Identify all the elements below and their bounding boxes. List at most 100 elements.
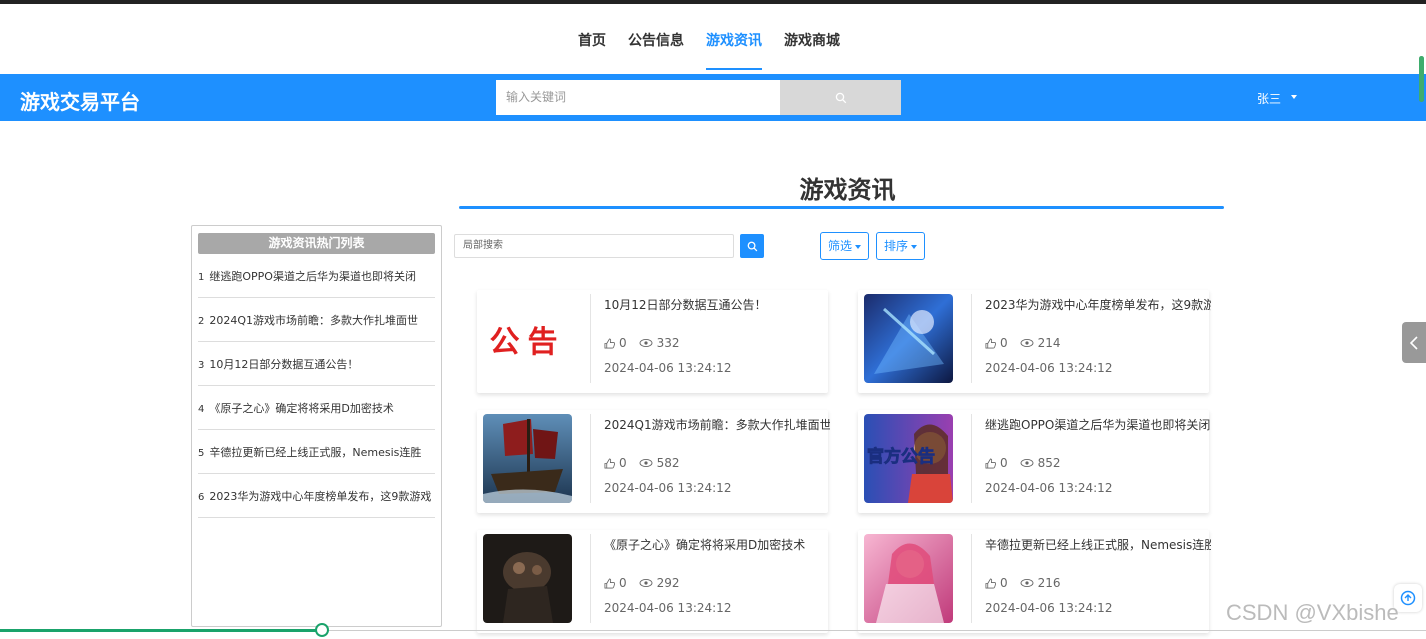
card-date: 2024-04-06 13:24:12 xyxy=(985,601,1113,615)
card-stats: 0 582 xyxy=(604,456,680,470)
hot-list: 1 继逃跑OPPO渠道之后华为渠道也即将关闭 2 2024Q1游戏市场前瞻：多款大作… xyxy=(198,254,435,518)
card-date: 2024-04-06 13:24:12 xyxy=(604,601,732,615)
progress-handle[interactable] xyxy=(315,623,329,637)
card-date: 2024-04-06 13:24:12 xyxy=(985,481,1113,495)
card-title: 2024Q1游戏市场前瞻：多款大作扎堆面世， xyxy=(604,418,830,432)
card-divider xyxy=(590,414,591,503)
eye-icon xyxy=(1020,338,1034,348)
hot-list-item[interactable]: 1 继逃跑OPPO渠道之后华为渠道也即将关闭 xyxy=(198,254,435,298)
scrollbar-thumb[interactable] xyxy=(1419,56,1424,102)
eye-icon xyxy=(639,338,653,348)
thumbs-up-icon xyxy=(604,338,615,348)
card-thumbnail xyxy=(864,534,953,623)
nav-item-announcements[interactable]: 公告信息 xyxy=(628,30,684,70)
card-divider xyxy=(971,534,972,623)
card-thumbnail xyxy=(483,414,572,503)
hot-list-panel: 游戏资讯热门列表 1 继逃跑OPPO渠道之后华为渠道也即将关闭 2 2024Q1游戏… xyxy=(191,225,442,627)
nav-item-game-news[interactable]: 游戏资讯 xyxy=(706,30,762,70)
card-date: 2024-04-06 13:24:12 xyxy=(604,361,732,375)
card-divider xyxy=(971,294,972,383)
sort-button[interactable]: 排序 xyxy=(876,232,926,260)
card-title: 《原子之心》确定将将采用D加密技术 xyxy=(604,538,806,552)
thumbs-up-icon xyxy=(985,578,996,588)
nav-links: 首页 公告信息 游戏资讯 游戏商城 xyxy=(578,30,840,70)
local-search-button[interactable] xyxy=(740,234,764,258)
card-title: 2023华为游戏中心年度榜单发布，这9款游戏 xyxy=(985,298,1211,312)
news-card[interactable]: 辛德拉更新已经上线正式服，Nemesis连胜 0 216 2024-04-06 … xyxy=(858,530,1211,633)
card-likes: 0 xyxy=(619,576,627,590)
card-thumbnail xyxy=(483,534,572,623)
user-name: 张三 xyxy=(1257,92,1282,106)
card-likes: 0 xyxy=(1000,456,1008,470)
card-thumbnail: 公告 xyxy=(483,294,572,383)
card-title: 辛德拉更新已经上线正式服，Nemesis连胜 xyxy=(985,538,1211,552)
card-date: 2024-04-06 13:24:12 xyxy=(604,481,732,495)
filter-button[interactable]: 筛选 xyxy=(820,232,870,260)
user-menu[interactable]: 张三 xyxy=(1257,90,1298,107)
chevron-left-icon xyxy=(1410,335,1418,350)
card-thumbnail: 官方公告 xyxy=(864,414,953,503)
card-divider xyxy=(590,294,591,383)
card-views: 852 xyxy=(1037,456,1061,470)
news-card[interactable]: 《原子之心》确定将将采用D加密技术 0 292 2024-04-06 13:24… xyxy=(477,530,828,633)
news-card[interactable]: 2023华为游戏中心年度榜单发布，这9款游戏 0 214 2024-04-06 … xyxy=(858,290,1211,393)
card-date: 2024-04-06 13:24:12 xyxy=(985,361,1113,375)
filter-label: 筛选 xyxy=(828,239,853,253)
sort-label: 排序 xyxy=(884,239,909,253)
top-nav: 首页 公告信息 游戏资讯 游戏商城 xyxy=(0,4,1426,74)
official-notice-text: 官方公告 xyxy=(867,446,935,467)
chevron-down-icon xyxy=(911,244,918,249)
card-divider xyxy=(971,414,972,503)
watermark: CSDN @VXbishe xyxy=(1226,600,1399,625)
hot-list-item[interactable]: 3 10月12日部分数据互通公告！ xyxy=(198,342,435,386)
card-likes: 0 xyxy=(619,336,627,350)
card-stats: 0 216 xyxy=(985,576,1061,590)
card-stats: 0 332 xyxy=(604,336,680,350)
thumbs-up-icon xyxy=(604,458,615,468)
thumbs-up-icon xyxy=(985,458,996,468)
eye-icon xyxy=(1020,578,1034,588)
title-underline xyxy=(459,206,1224,209)
card-likes: 0 xyxy=(1000,336,1008,350)
news-card[interactable]: 公告 10月12日部分数据互通公告！ 0 332 2024-04-06 13:2… xyxy=(477,290,828,393)
chevron-down-icon xyxy=(855,244,862,249)
card-divider xyxy=(590,534,591,623)
brand-title[interactable]: 游戏交易平台 xyxy=(20,86,140,115)
nav-item-home[interactable]: 首页 xyxy=(578,30,606,70)
collapse-sidebar-button[interactable] xyxy=(1402,322,1426,363)
local-search-input[interactable]: 局部搜索 xyxy=(454,234,734,258)
card-views: 216 xyxy=(1037,576,1061,590)
card-likes: 0 xyxy=(619,456,627,470)
hot-list-item[interactable]: 6 2023华为游戏中心年度榜单发布，这9款游戏 xyxy=(198,474,435,518)
card-views: 332 xyxy=(656,336,680,350)
hot-list-item[interactable]: 5 辛德拉更新已经上线正式服，Nemesis连胜 xyxy=(198,430,435,474)
card-thumbnail xyxy=(864,294,953,383)
search-button[interactable] xyxy=(780,80,901,115)
thumbs-up-icon xyxy=(604,578,615,588)
hot-list-title: 游戏资讯热门列表 xyxy=(198,233,435,254)
news-card[interactable]: 官方公告 继逃跑OPPO渠道之后华为渠道也即将关闭 0 852 2024-04-… xyxy=(858,410,1211,513)
nav-item-game-store[interactable]: 游戏商城 xyxy=(784,30,840,70)
eye-icon xyxy=(1020,458,1034,468)
hot-list-item[interactable]: 2 2024Q1游戏市场前瞻：多款大作扎堆面世 xyxy=(198,298,435,342)
eye-icon xyxy=(639,458,653,468)
card-views: 582 xyxy=(656,456,680,470)
eye-icon xyxy=(639,578,653,588)
search-input[interactable]: 输入关键词 xyxy=(496,80,780,115)
news-card[interactable]: 2024Q1游戏市场前瞻：多款大作扎堆面世， 0 582 2024-04-06 … xyxy=(477,410,830,513)
thumbs-up-icon xyxy=(985,338,996,348)
card-stats: 0 292 xyxy=(604,576,680,590)
search-icon xyxy=(835,92,846,103)
progress-fill xyxy=(0,629,322,632)
card-views: 292 xyxy=(656,576,680,590)
page-title: 游戏资讯 xyxy=(799,176,896,204)
search-icon xyxy=(747,241,757,251)
hot-list-item[interactable]: 4 《原子之心》确定将将采用D加密技术 xyxy=(198,386,435,430)
chevron-down-icon xyxy=(1291,95,1298,99)
card-title: 10月12日部分数据互通公告！ xyxy=(604,298,767,312)
card-stats: 0 214 xyxy=(985,336,1061,350)
progress-track xyxy=(322,630,1426,631)
card-title: 继逃跑OPPO渠道之后华为渠道也即将关闭 xyxy=(985,418,1211,432)
header-bar: 游戏交易平台 输入关键词 张三 xyxy=(0,74,1426,121)
card-likes: 0 xyxy=(1000,576,1008,590)
